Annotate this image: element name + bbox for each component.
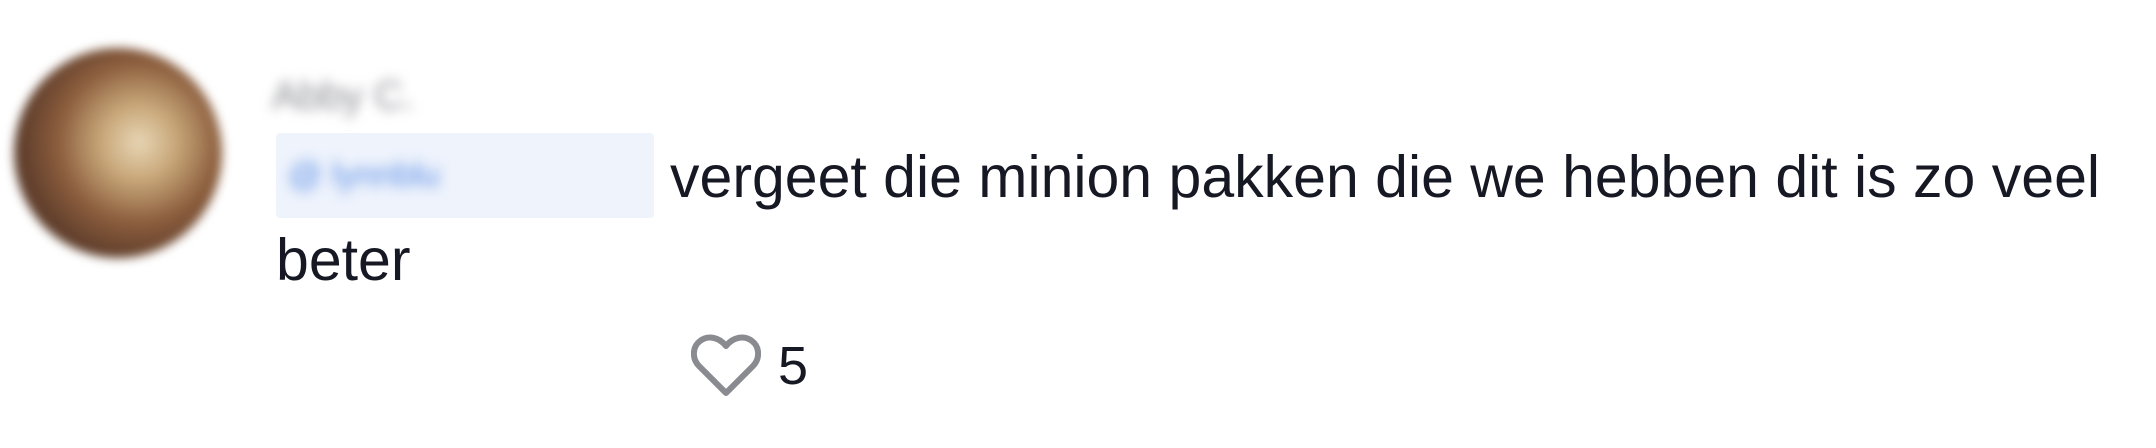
comment-body: @ lynnblu vergeet die minion pakken die w… [276, 133, 2146, 302]
comment-item: Abby C. @ lynnblu vergeet die minion pakk… [0, 0, 2156, 448]
like-count: 5 [778, 336, 809, 396]
mention-text: @ lynnblu [288, 156, 440, 194]
like-button[interactable] [688, 328, 764, 404]
comment-username[interactable]: Abby C. [272, 72, 414, 120]
avatar[interactable] [14, 48, 222, 258]
comment-actions: 5 [688, 328, 808, 404]
heart-outline-icon [691, 334, 761, 396]
mention-chip[interactable]: @ lynnblu [276, 133, 654, 218]
